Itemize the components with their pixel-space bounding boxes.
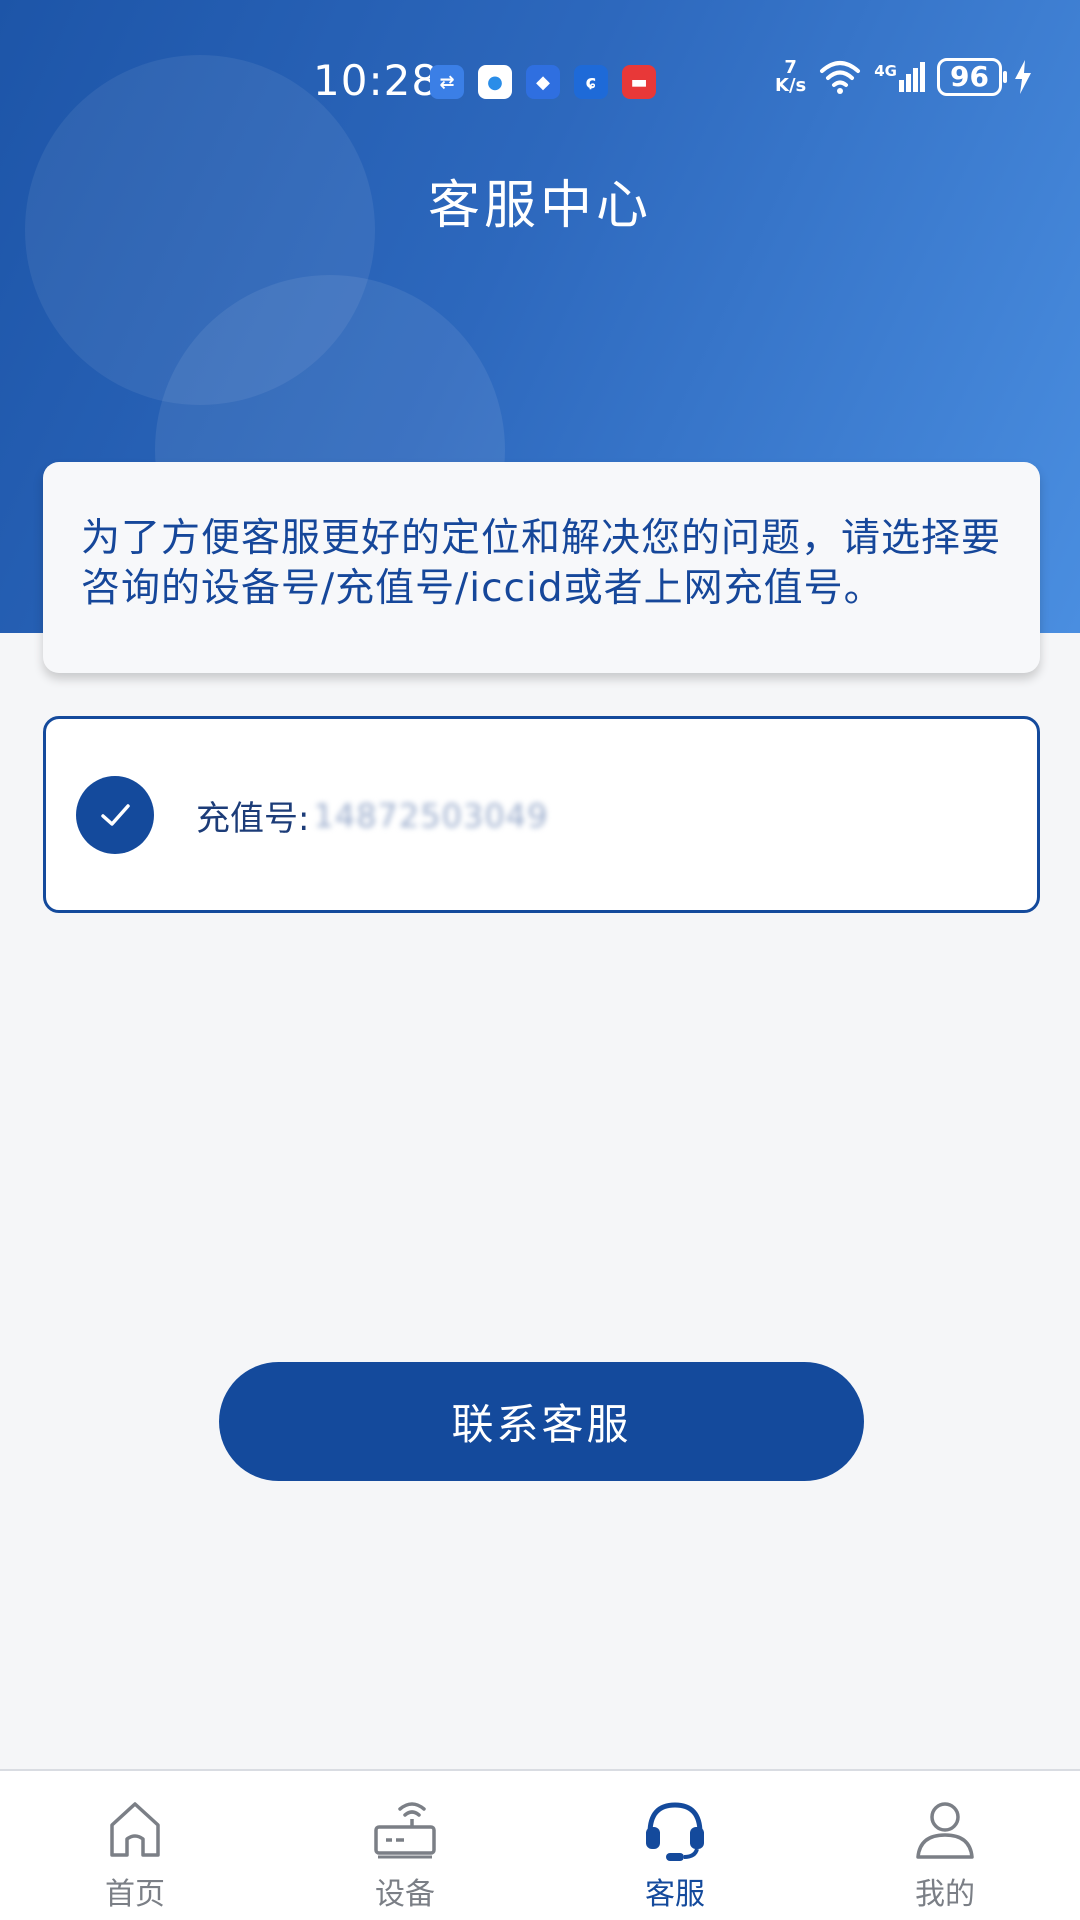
headset-icon [646, 1802, 704, 1861]
network-type: 4G [874, 62, 897, 80]
nav-item-home[interactable]: 首页 [0, 1771, 270, 1920]
shrimp-app-icon: ɕ [574, 65, 608, 99]
notice-text: 为了方便客服更好的定位和解决您的问题，请选择要咨询的设备号/充值号/iccid或… [81, 516, 1002, 611]
signal-icon: 4G [874, 62, 925, 92]
status-time: 10:28 [313, 56, 440, 105]
battery-level: 96 [950, 60, 989, 93]
message-icon: ● [478, 65, 512, 99]
notice-card: 为了方便客服更好的定位和解决您的问题，请选择要咨询的设备号/充值号/iccid或… [43, 462, 1040, 673]
nav-item-device[interactable]: 设备 [270, 1771, 540, 1920]
nav-label: 首页 [105, 1877, 165, 1912]
nav-item-mine[interactable]: 我的 [810, 1771, 1080, 1920]
charging-icon [1014, 60, 1031, 94]
home-icon [110, 1802, 160, 1857]
book-app-icon: ▬ [622, 65, 656, 99]
bottom-nav: 首页 设备 客服 我的 [0, 1769, 1080, 1920]
net-speed: 7 K/s [775, 59, 806, 95]
net-speed-unit: K/s [775, 75, 807, 96]
contact-service-button[interactable]: 联系客服 [219, 1362, 864, 1481]
usb-icon: ⇄ [430, 65, 464, 99]
account-option[interactable]: 充值号: 14872503049 [43, 716, 1040, 913]
app-icon: ◆ [526, 65, 560, 99]
page-title: 客服中心 [427, 176, 652, 236]
nav-label: 设备 [375, 1877, 435, 1912]
status-bar: 10:28 ⇄ ● ◆ ɕ ▬ 7 K/s 4G 96 [0, 50, 1080, 112]
nav-label: 客服 [645, 1877, 705, 1912]
status-app-icons: ⇄ ● ◆ ɕ ▬ [430, 65, 656, 99]
wifi-icon [820, 61, 861, 94]
account-number: 14872503049 [313, 796, 549, 835]
account-label: 充值号: [196, 799, 310, 839]
nav-label: 我的 [915, 1877, 975, 1912]
router-icon [374, 1802, 436, 1859]
user-icon [916, 1802, 974, 1859]
nav-item-service[interactable]: 客服 [540, 1771, 810, 1920]
battery-indicator: 96 [937, 58, 1007, 96]
account-label-row: 充值号: 14872503049 [196, 791, 548, 840]
status-right: 7 K/s 4G 96 [775, 58, 1032, 96]
check-icon[interactable] [76, 776, 154, 854]
